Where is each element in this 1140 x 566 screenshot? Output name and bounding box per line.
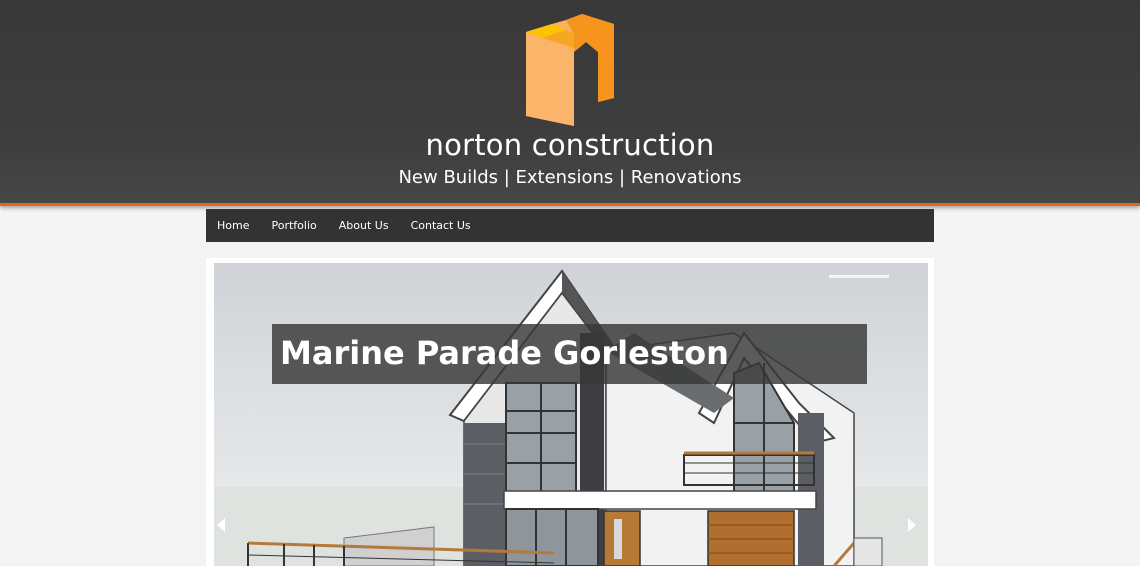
logo-icon[interactable] [524, 14, 616, 128]
slide-image[interactable]: Marine Parade Gorleston [214, 263, 928, 566]
next-slide-button[interactable] [908, 518, 922, 538]
chevron-left-icon [217, 518, 225, 532]
slide-caption: Marine Parade Gorleston [280, 334, 729, 372]
nav-item-portfolio[interactable]: Portfolio [271, 219, 316, 232]
nav-item-contact-us[interactable]: Contact Us [411, 219, 471, 232]
previous-slide-button[interactable] [217, 518, 231, 538]
slide-caption-box: Marine Parade Gorleston [272, 324, 867, 384]
site-header: norton construction New Builds | Extensi… [0, 0, 1140, 206]
house-render-illustration [214, 269, 928, 566]
chevron-right-icon [908, 518, 916, 532]
tagline: New Builds | Extensions | Renovations [398, 167, 742, 188]
slide-progress-bar [829, 275, 889, 278]
main-nav: Home Portfolio About Us Contact Us [206, 209, 934, 242]
brand-name: norton construction [425, 128, 715, 162]
image-slider: Marine Parade Gorleston [206, 258, 934, 566]
nav-item-about-us[interactable]: About Us [339, 219, 389, 232]
nav-item-home[interactable]: Home [217, 219, 249, 232]
